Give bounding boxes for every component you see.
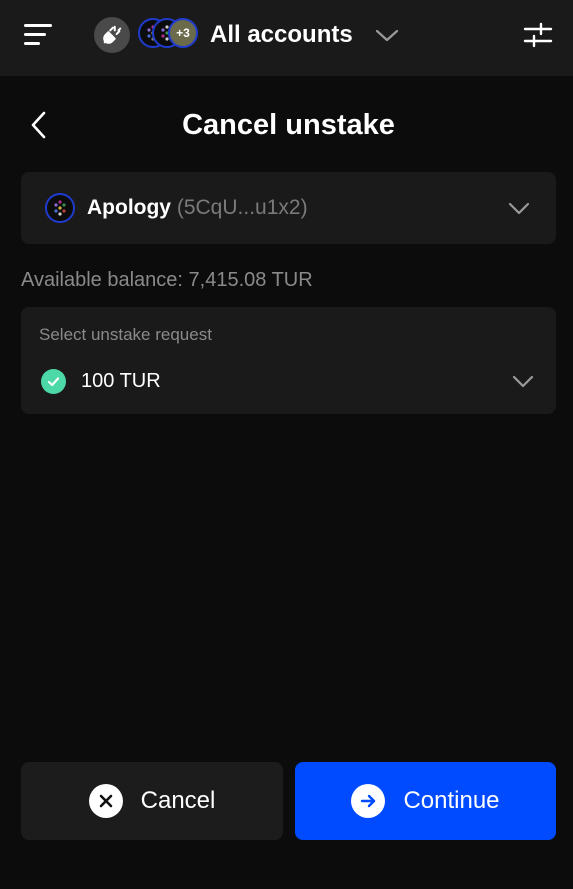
plug-icon[interactable] [94, 17, 130, 53]
chevron-down-icon [512, 371, 534, 391]
accounts-title[interactable]: All accounts [210, 20, 353, 50]
account-address: (5CqU...u1x2) [176, 196, 308, 219]
account-name: Apology [87, 196, 171, 219]
arrow-right-icon [351, 784, 386, 818]
account-label: Apology (5CqU...u1x2) [87, 194, 308, 222]
account-avatars[interactable]: +3 [138, 18, 200, 52]
menu-icon-line [24, 33, 46, 36]
close-icon [88, 784, 123, 818]
account-avatar [45, 193, 75, 223]
more-accounts-badge: +3 [168, 18, 198, 48]
unstake-request-selector[interactable]: Select unstake request 100 TUR [21, 307, 556, 414]
available-balance: Available balance: 7,415.08 TUR [21, 269, 313, 291]
chevron-down-icon [508, 198, 530, 218]
top-bar: +3 All accounts [0, 0, 573, 76]
check-circle-icon [41, 369, 66, 394]
cancel-button[interactable]: Cancel [21, 762, 283, 840]
sliders-icon[interactable] [522, 20, 554, 50]
continue-button-label: Continue [403, 787, 500, 814]
page-title: Cancel unstake [182, 109, 395, 141]
cancel-button-label: Cancel [140, 787, 216, 814]
chevron-down-icon[interactable] [374, 24, 400, 46]
account-selector[interactable]: Apology (5CqU...u1x2) [21, 172, 556, 244]
continue-button[interactable]: Continue [295, 762, 556, 840]
menu-button[interactable] [24, 22, 54, 48]
menu-icon-line [24, 42, 40, 45]
menu-icon-line [24, 24, 52, 27]
unstake-request-value: 100 TUR [81, 370, 161, 392]
unstake-request-label: Select unstake request [39, 325, 212, 344]
